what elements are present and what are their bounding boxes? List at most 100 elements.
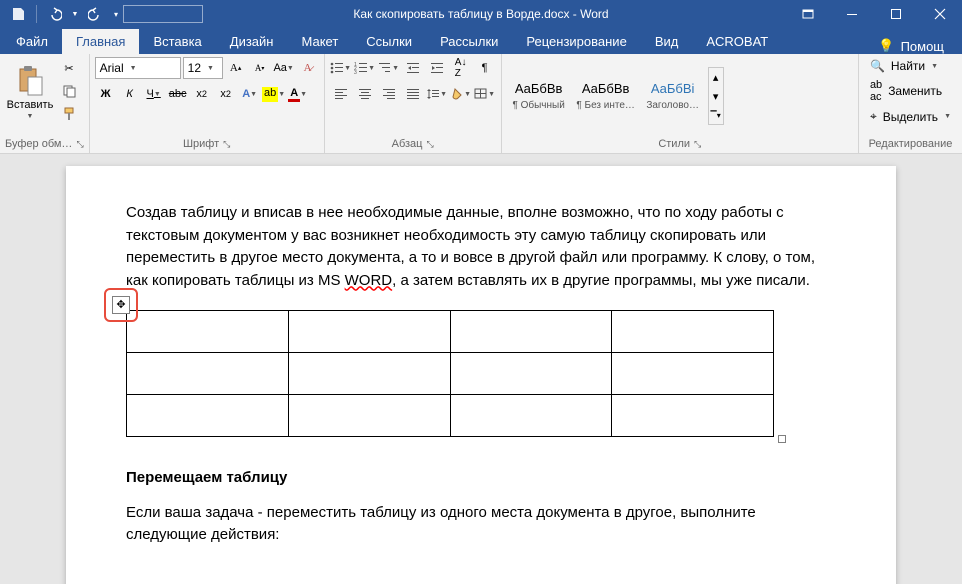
document-table[interactable]: [126, 310, 774, 437]
group-editing: 🔍 Найти▼ abac Заменить ⌖ Выделить▼ Редак…: [859, 54, 962, 153]
styles-launcher[interactable]: ⤡: [694, 139, 701, 150]
window-controls: [786, 0, 962, 28]
align-center-button[interactable]: [354, 83, 376, 105]
search-icon: 🔍: [870, 59, 885, 73]
decrease-indent-button[interactable]: [402, 57, 424, 79]
qat-customize-button[interactable]: ▾: [109, 2, 123, 26]
minimize-button[interactable]: [830, 0, 874, 28]
group-clipboard-label: Буфер обм…: [5, 138, 72, 150]
table-move-handle[interactable]: ✥: [112, 296, 130, 314]
font-color-button[interactable]: A▼: [287, 83, 309, 105]
clear-formatting-button[interactable]: A̷: [297, 57, 319, 79]
style-no-spacing[interactable]: АаБбВв ¶ Без инте…: [574, 66, 638, 126]
tab-file[interactable]: Файл: [2, 29, 62, 54]
window-title: Как скопировать таблицу в Ворде.docx - W…: [353, 7, 608, 21]
tab-acrobat[interactable]: ACROBAT: [692, 29, 782, 54]
tell-me-label: Помощ: [901, 39, 944, 54]
tab-mailings[interactable]: Рассылки: [426, 29, 512, 54]
user-account-box[interactable]: [123, 5, 203, 23]
tab-view[interactable]: Вид: [641, 29, 693, 54]
text-effects-button[interactable]: A▼: [239, 83, 261, 105]
style-normal[interactable]: АаБбВв ¶ Обычный: [507, 66, 571, 126]
align-left-button[interactable]: [330, 83, 352, 105]
font-size-combo[interactable]: 12▼: [183, 57, 223, 79]
paragraph-1[interactable]: Создав таблицу и вписав в нее необходимы…: [126, 202, 826, 292]
bold-button[interactable]: Ж: [95, 83, 117, 105]
tell-me-box[interactable]: 💡 Помощ: [860, 38, 962, 54]
numbering-button[interactable]: 123▼: [354, 57, 376, 79]
superscript-button[interactable]: x2: [215, 83, 237, 105]
table-row[interactable]: [127, 311, 774, 353]
paragraph-launcher[interactable]: ⤡: [426, 139, 433, 150]
cursor-icon: ⌖: [870, 109, 877, 124]
maximize-button[interactable]: [874, 0, 918, 28]
format-painter-button[interactable]: [58, 103, 80, 125]
style-heading1[interactable]: АаБбВі Заголово…: [641, 66, 705, 126]
separator: [36, 5, 37, 23]
spellcheck-error[interactable]: WORD: [345, 272, 393, 289]
group-paragraph: ▼ 123▼ ▼ A↓Z ¶ ▼ ▼ ▼ Абзац⤡: [325, 54, 502, 153]
tab-review[interactable]: Рецензирование: [512, 29, 640, 54]
select-button[interactable]: ⌖ Выделить▼: [864, 107, 957, 126]
paragraph-2[interactable]: Если ваша задача - переместить таблицу и…: [126, 502, 826, 547]
document-area[interactable]: Создав таблицу и вписав в нее необходимы…: [0, 154, 962, 584]
clipboard-launcher[interactable]: ⤡: [76, 139, 83, 150]
find-button[interactable]: 🔍 Найти▼: [864, 57, 957, 75]
table-resize-handle[interactable]: [778, 435, 786, 443]
bullets-button[interactable]: ▼: [330, 57, 352, 79]
align-justify-button[interactable]: [402, 83, 424, 105]
borders-button[interactable]: ▼: [474, 83, 496, 105]
align-right-button[interactable]: [378, 83, 400, 105]
font-launcher[interactable]: ⤡: [223, 139, 230, 150]
italic-button[interactable]: К: [119, 83, 141, 105]
replace-icon: abac: [870, 79, 882, 103]
shrink-font-button[interactable]: A▾: [249, 57, 271, 79]
styles-expand[interactable]: ▔▾: [709, 106, 723, 124]
ribbon-tabs: Файл Главная Вставка Дизайн Макет Ссылки…: [0, 28, 962, 54]
copy-button[interactable]: [58, 80, 80, 102]
bulb-icon: 💡: [878, 38, 894, 54]
tab-insert[interactable]: Вставка: [139, 29, 215, 54]
close-button[interactable]: [918, 0, 962, 28]
title-bar: ▼ ▾ Как скопировать таблицу в Ворде.docx…: [0, 0, 962, 28]
paste-button[interactable]: Вставить ▼: [5, 57, 55, 127]
quick-access-toolbar: ▼ ▾: [0, 2, 123, 26]
replace-button[interactable]: abac Заменить: [864, 77, 957, 105]
strikethrough-button[interactable]: abc: [167, 83, 189, 105]
subscript-button[interactable]: x2: [191, 83, 213, 105]
ribbon-options-button[interactable]: [786, 0, 830, 28]
line-spacing-button[interactable]: ▼: [426, 83, 448, 105]
undo-button[interactable]: [43, 2, 67, 26]
save-button[interactable]: [6, 2, 30, 26]
page[interactable]: Создав таблицу и вписав в нее необходимы…: [66, 166, 896, 584]
group-clipboard: Вставить ▼ ✂ Буфер обм… ⤡: [0, 54, 90, 153]
sort-button[interactable]: A↓Z: [450, 57, 472, 79]
styles-row-down[interactable]: ▾: [709, 87, 723, 105]
group-paragraph-label: Абзац: [392, 138, 423, 150]
increase-indent-button[interactable]: [426, 57, 448, 79]
ribbon: Вставить ▼ ✂ Буфер обм… ⤡ Arial▼ 12▼ A▴ A…: [0, 54, 962, 154]
heading-move-table[interactable]: Перемещаем таблицу: [126, 467, 826, 490]
multilevel-list-button[interactable]: ▼: [378, 57, 400, 79]
tab-design[interactable]: Дизайн: [216, 29, 288, 54]
tab-home[interactable]: Главная: [62, 29, 139, 54]
group-font: Arial▼ 12▼ A▴ A▾ Aa▼ A̷ Ж К Ч▼ abc x2 x2…: [90, 54, 325, 153]
show-marks-button[interactable]: ¶: [474, 57, 496, 79]
undo-dropdown[interactable]: ▼: [69, 2, 81, 26]
shading-button[interactable]: ▼: [450, 83, 472, 105]
redo-button[interactable]: [83, 2, 107, 26]
font-family-combo[interactable]: Arial▼: [95, 57, 181, 79]
cut-button[interactable]: ✂: [58, 57, 80, 79]
change-case-button[interactable]: Aa▼: [273, 57, 295, 79]
tab-layout[interactable]: Макет: [287, 29, 352, 54]
styles-row-up[interactable]: ▴: [709, 68, 723, 86]
underline-button[interactable]: Ч▼: [143, 83, 165, 105]
table-row[interactable]: [127, 395, 774, 437]
grow-font-button[interactable]: A▴: [225, 57, 247, 79]
table-wrapper: ✥: [126, 310, 826, 437]
tab-references[interactable]: Ссылки: [352, 29, 426, 54]
group-font-label: Шрифт: [183, 138, 219, 150]
group-styles: АаБбВв ¶ Обычный АаБбВв ¶ Без инте… АаБб…: [502, 54, 859, 153]
table-row[interactable]: [127, 353, 774, 395]
highlight-button[interactable]: ab▼: [263, 83, 285, 105]
